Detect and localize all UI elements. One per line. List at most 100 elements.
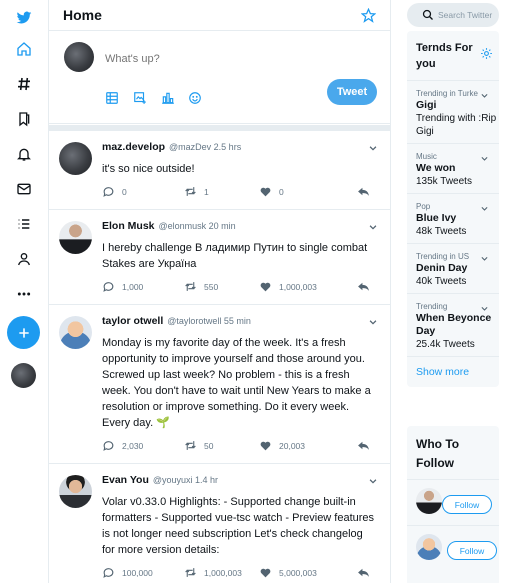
tweet-input[interactable] — [105, 53, 305, 65]
show-more-link[interactable]: Show more — [407, 357, 499, 387]
retweet-button[interactable]: 1 — [184, 185, 209, 198]
suggestion-row: Follow — [407, 479, 499, 525]
reply-icon — [103, 568, 114, 578]
tweet[interactable]: taylor otwell @taylorotwell 55 min Monda… — [49, 305, 390, 464]
chevron-down-icon[interactable] — [480, 91, 489, 100]
home-icon[interactable] — [12, 37, 36, 61]
tweet-avatar[interactable] — [59, 221, 92, 254]
image-icon[interactable] — [104, 90, 119, 105]
list-icon[interactable] — [12, 212, 36, 236]
tweet-composer — [49, 31, 390, 124]
chevron-down-icon[interactable] — [480, 154, 489, 163]
poll-icon[interactable] — [160, 90, 175, 105]
trend-item[interactable]: Trending in US Denin Day 40k Tweets — [407, 244, 499, 294]
tweet-text: Monday is my favorite day of the week. I… — [102, 337, 371, 429]
chevron-down-icon[interactable] — [368, 476, 378, 486]
search-box[interactable] — [407, 3, 499, 27]
trend-name: Gigi — [416, 99, 437, 111]
trend-category: Trending — [416, 302, 448, 311]
heart-icon — [260, 187, 271, 197]
trend-count: 40k Tweets — [416, 276, 467, 287]
chevron-down-icon[interactable] — [480, 204, 489, 213]
tweet-author-name[interactable]: Elon Musk — [102, 220, 155, 232]
chevron-down-icon[interactable] — [368, 143, 378, 153]
tweet-author-name[interactable]: maz.develop — [102, 141, 165, 153]
search-input[interactable] — [438, 10, 499, 20]
tweet[interactable]: Elon Musk @elonmusk 20 min I hereby chal… — [49, 210, 390, 305]
trend-count: 25.4k Tweets — [416, 339, 475, 350]
follow-button[interactable]: Follow — [442, 495, 492, 514]
trend-category: Pop — [416, 202, 431, 211]
suggestion-avatar[interactable] — [416, 534, 442, 560]
like-button[interactable]: 0 — [259, 185, 284, 198]
like-count: 5,000,003 — [279, 567, 317, 578]
more-icon[interactable] — [12, 282, 36, 306]
share-button[interactable] — [357, 566, 370, 579]
retweet-button[interactable]: 1,000,003 — [184, 566, 242, 579]
profile-icon[interactable] — [12, 247, 36, 271]
hashtag-icon[interactable] — [12, 72, 36, 96]
retweet-icon — [185, 187, 196, 196]
chevron-down-icon[interactable] — [480, 254, 489, 263]
chevron-down-icon[interactable] — [368, 222, 378, 232]
reply-count: 2,030 — [122, 440, 144, 451]
tweet-button[interactable]: Tweet — [327, 79, 377, 105]
reply-icon — [103, 187, 114, 197]
tweet-handle-time: @elonmusk 20 min — [158, 221, 236, 231]
trend-item[interactable]: Pop Blue Ivy 48k Tweets — [407, 194, 499, 244]
reply-count: 1,000 — [122, 281, 144, 292]
tweet-author-name[interactable]: Evan You — [102, 474, 149, 486]
sparkle-star-icon[interactable] — [361, 7, 376, 23]
like-button[interactable]: 20,003 — [259, 439, 305, 452]
chevron-down-icon[interactable] — [480, 304, 489, 313]
reply-button[interactable]: 100,000 — [102, 566, 153, 579]
retweet-button[interactable]: 50 — [184, 439, 213, 452]
like-button[interactable]: 5,000,003 — [259, 566, 317, 579]
follow-button[interactable]: Follow — [447, 541, 497, 560]
tweet-avatar[interactable] — [59, 316, 92, 349]
share-button[interactable] — [357, 439, 370, 452]
reply-button[interactable]: 2,030 — [102, 439, 143, 452]
heart-icon — [260, 568, 271, 578]
trend-item[interactable]: Trending When Beyonce Day 25.4k Tweets — [407, 294, 499, 357]
mail-icon[interactable] — [12, 177, 36, 201]
retweet-button[interactable]: 550 — [184, 280, 218, 293]
share-button[interactable] — [357, 185, 370, 198]
twitter-logo-icon[interactable] — [12, 6, 36, 30]
share-button[interactable] — [357, 280, 370, 293]
chevron-down-icon[interactable] — [368, 317, 378, 327]
tweet-actions: 100,000 1,000,003 5,000,003 — [102, 566, 378, 582]
tweet-text: I hereby challenge В ладимир Путин to si… — [102, 242, 368, 270]
who-to-follow-panel: Who To Follow Follow Follow — [407, 426, 499, 583]
trend-item[interactable]: Music We won 135k Tweets — [407, 144, 499, 194]
tweet-avatar[interactable] — [59, 475, 92, 508]
reply-button[interactable]: 0 — [102, 185, 127, 198]
gif-icon[interactable] — [132, 90, 147, 105]
tweet[interactable]: maz.develop @mazDev 2.5 hrs it's so nice… — [49, 131, 390, 210]
retweet-count: 1 — [204, 186, 209, 197]
bell-icon[interactable] — [12, 142, 36, 166]
trend-name: When Beyonce Day — [416, 312, 492, 337]
timeline-header: Home — [49, 0, 390, 31]
reply-button[interactable]: 1,000 — [102, 280, 143, 293]
tweet-author-name[interactable]: taylor otwell — [102, 315, 163, 327]
tweet-handle-time: @mazDev 2.5 hrs — [169, 142, 242, 152]
account-avatar[interactable] — [11, 363, 36, 388]
trend-item[interactable]: Trending in Turkey Gigi Trending with :R… — [407, 81, 499, 144]
gear-icon[interactable] — [480, 47, 493, 60]
trend-category: Trending in Turkey — [416, 89, 478, 98]
emoji-icon[interactable] — [187, 90, 202, 105]
retweet-count: 550 — [204, 281, 219, 292]
share-icon — [358, 282, 369, 291]
trends-header: Ternds For you — [407, 31, 499, 81]
tweet[interactable]: Evan You @youyuxi 1.4 hr Volar v0.33.0 H… — [49, 464, 390, 583]
tweet-avatar[interactable] — [59, 142, 92, 175]
compose-tweet-button[interactable] — [7, 316, 40, 349]
tweet-handle-time: @taylorotwell 55 min — [167, 316, 251, 326]
suggestion-avatar[interactable] — [416, 488, 442, 514]
reply-count: 100,000 — [122, 567, 153, 578]
bookmark-icon[interactable] — [12, 107, 36, 131]
reply-icon — [103, 282, 114, 292]
like-button[interactable]: 1,000,003 — [259, 280, 317, 293]
suggestion-row: Follow — [407, 525, 499, 571]
